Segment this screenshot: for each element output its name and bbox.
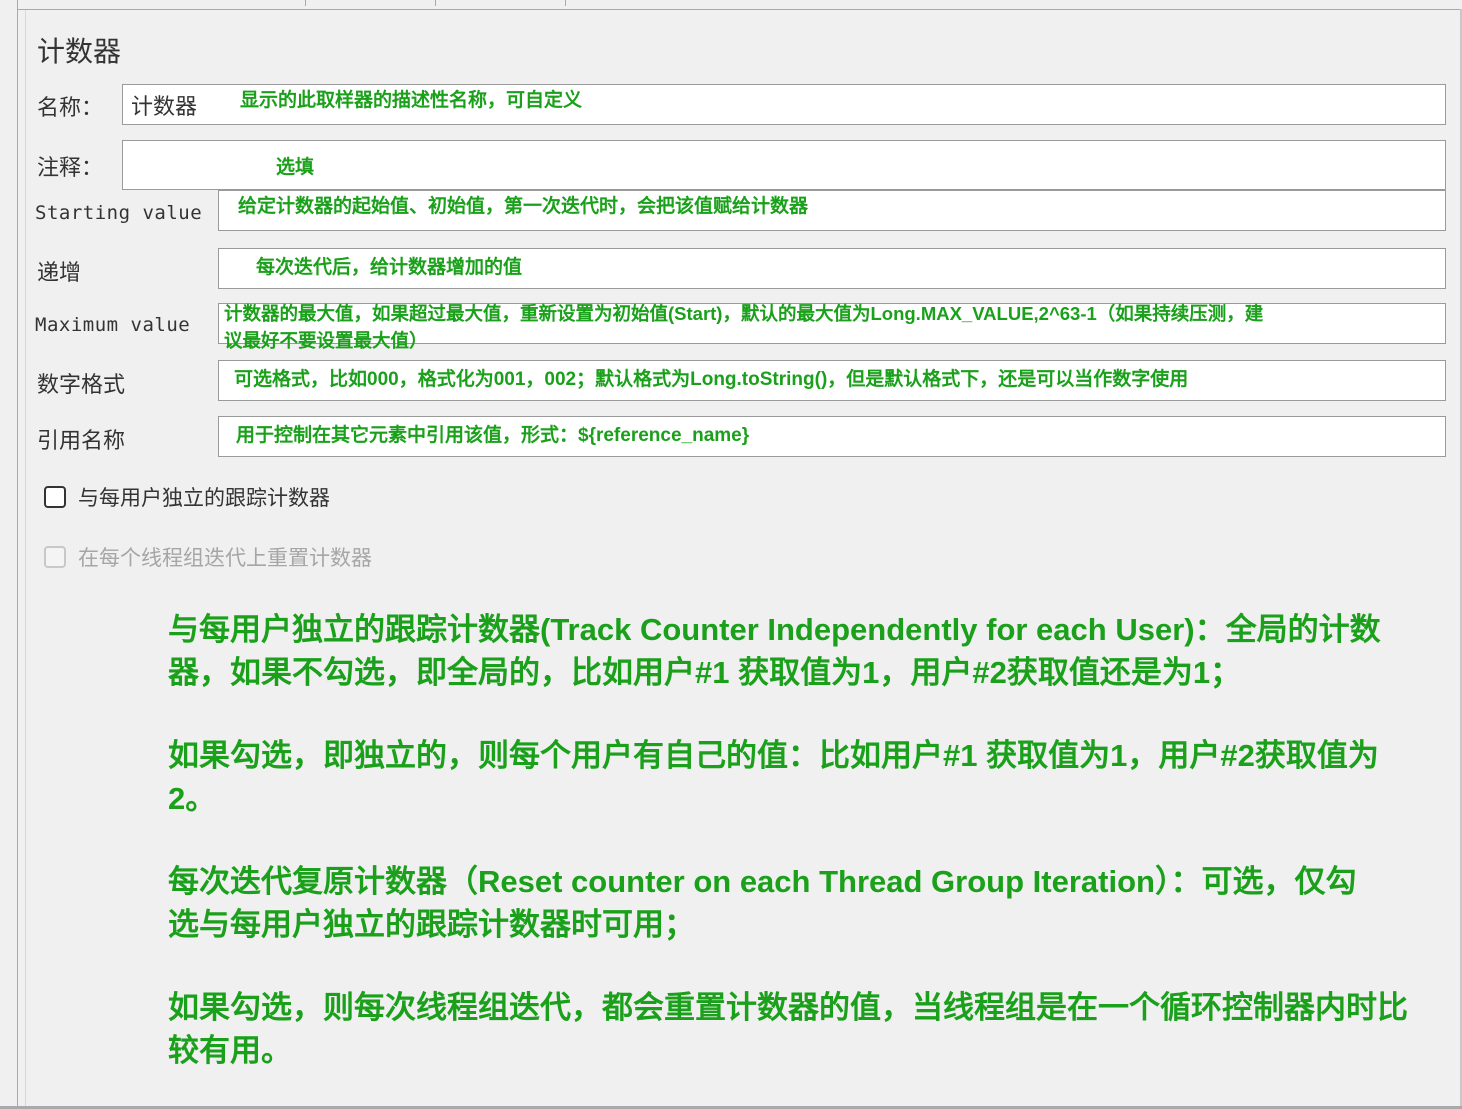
format-label: 数字格式 [37,373,126,398]
reset-checkbox [44,546,66,568]
reset-checkbox-row: 在每个线程组迭代上重置计数器 [44,542,372,572]
explanation-p1-line1: 与每用户独立的跟踪计数器(Track Counter Independently… [168,612,1381,647]
counter-panel: 计数器 名称： 计数器 显示的此取样器的描述性名称，可自定义 注释： 选填 St… [0,0,1462,1109]
explanation-p2: 如果勾选，即独立的，则每个用户有自己的值：比如用户#1 获取值为1，用户#2获取… [168,734,1458,820]
comment-label: 注释： [37,156,104,181]
top-tab-strip [0,0,1462,10]
explanation-p3-line1: 每次迭代复原计数器（Reset counter on each Thread G… [168,864,1357,899]
left-splitter[interactable] [0,0,18,1109]
comment-field[interactable] [122,140,1446,190]
reset-checkbox-label: 在每个线程组迭代上重置计数器 [78,546,372,570]
tab-divider [435,0,436,6]
max-note-line2: 议最好不要设置最大值） [224,330,428,351]
per-user-checkbox-label[interactable]: 与每用户独立的跟踪计数器 [78,482,330,512]
explanation-p2-line2: 2。 [168,781,217,816]
left-panel-edge [18,10,26,1109]
explanation-p3-line2: 选与每用户独立的跟踪计数器时可用； [168,907,695,942]
comment-note: 选填 [276,157,315,178]
name-label: 名称： [37,96,104,121]
name-field-value: 计数器 [131,95,198,120]
panel-title: 计数器 [37,35,122,68]
explanation-p4-line1: 如果勾选，则每次线程组迭代，都会重置计数器的值，当线程组是在一个循环控制器内时比 [168,990,1408,1025]
explanation-p2-line1: 如果勾选，即独立的，则每个用户有自己的值：比如用户#1 获取值为1，用户#2获取… [168,738,1379,773]
tab-divider [305,0,306,6]
start-label: Starting value [35,202,203,224]
explanation-p1: 与每用户独立的跟踪计数器(Track Counter Independently… [168,608,1458,694]
explanation-p1-line2: 器，如果不勾选，即全局的，比如用户#1 获取值为1，用户#2获取值还是为1； [168,655,1242,690]
start-note: 给定计数器的起始值、初始值，第一次迭代时，会把该值赋给计数器 [238,196,809,217]
tab-divider [565,0,566,6]
max-label: Maximum value [35,314,191,336]
per-user-checkbox[interactable] [44,486,66,508]
explanation-p4-line2: 较有用。 [168,1033,292,1068]
name-note: 显示的此取样器的描述性名称，可自定义 [240,90,583,111]
format-note: 可选格式，比如000，格式化为001，002；默认格式为Long.toStrin… [234,369,1189,390]
refname-label: 引用名称 [37,429,126,454]
explanation-p4: 如果勾选，则每次线程组迭代，都会重置计数器的值，当线程组是在一个循环控制器内时比… [168,986,1458,1072]
increment-note: 每次迭代后，给计数器增加的值 [256,257,523,278]
explanation-p3: 每次迭代复原计数器（Reset counter on each Thread G… [168,860,1458,946]
per-user-checkbox-row[interactable]: 与每用户独立的跟踪计数器 [44,482,330,512]
increment-label: 递增 [37,261,82,286]
refname-note: 用于控制在其它元素中引用该值，形式：${reference_name} [236,425,750,446]
max-note-line1: 计数器的最大值，如果超过最大值，重新设置为初始值(Start)，默认的最大值为L… [224,303,1264,324]
